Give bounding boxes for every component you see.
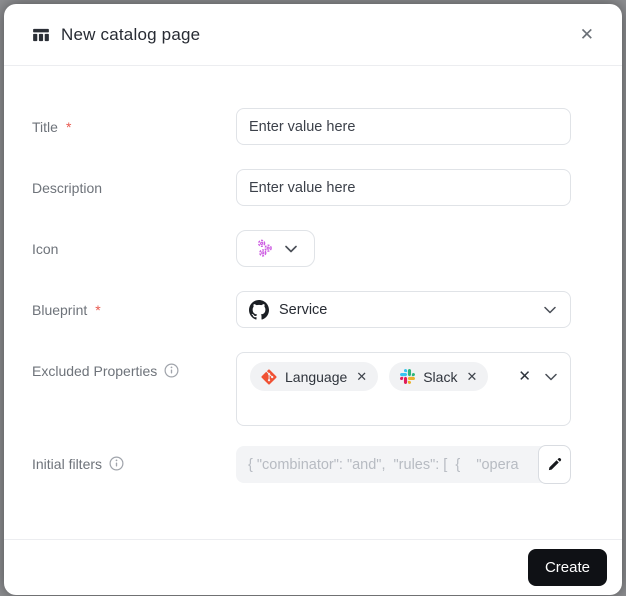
pencil-icon (547, 457, 562, 472)
dialog-title: New catalog page (61, 24, 201, 44)
blueprint-label: Blueprint (32, 301, 88, 318)
remove-chip-button[interactable]: ✕ (465, 370, 477, 383)
excluded-properties-label: Excluded Properties (32, 362, 158, 379)
dialog-header: New catalog page ✕ (4, 4, 622, 66)
clear-all-button[interactable]: ✕ (518, 369, 531, 384)
remove-chip-button[interactable]: ✕ (355, 370, 367, 383)
dialog-footer: Create (4, 539, 622, 595)
description-label: Description (32, 179, 103, 196)
excluded-properties-multiselect[interactable]: Language ✕ Slack ✕ ✕ (236, 352, 571, 426)
edit-filters-button[interactable] (538, 445, 571, 484)
blueprint-selected-value: Service (279, 301, 328, 318)
chevron-down-icon (285, 245, 297, 253)
required-asterisk: * (65, 118, 72, 135)
excluded-properties-field-row: Excluded Properties Language ✕ Slack ✕ ✕ (32, 352, 571, 426)
microservices-icon (254, 238, 275, 259)
chevron-down-icon[interactable] (545, 373, 557, 381)
initial-filters-value: { "combinator": "and", "rules": [ { "ope… (236, 446, 571, 483)
title-input[interactable] (236, 108, 571, 145)
icon-dropdown[interactable] (236, 230, 315, 267)
chip-label: Language (285, 368, 348, 385)
info-icon[interactable] (164, 363, 179, 378)
info-icon[interactable] (109, 456, 124, 471)
description-field-row: Description (32, 169, 571, 206)
github-icon (249, 299, 269, 320)
icon-label: Icon (32, 240, 59, 257)
title-label: Title (32, 118, 58, 135)
chip-language: Language ✕ (250, 362, 379, 391)
required-asterisk: * (95, 301, 101, 318)
blueprint-field-row: Blueprint * Service (32, 291, 571, 328)
chip-label: Slack (423, 368, 458, 385)
blueprint-select[interactable]: Service (236, 291, 571, 328)
initial-filters-field-row: Initial filters { "combinator": "and", "… (32, 445, 571, 484)
chevron-down-icon (544, 306, 556, 314)
create-button[interactable]: Create (527, 549, 607, 586)
selected-chips: Language ✕ Slack ✕ (250, 362, 489, 391)
title-field-row: Title * (32, 108, 571, 145)
new-catalog-page-dialog: New catalog page ✕ Title * Description Ic… (4, 4, 622, 595)
close-button[interactable]: ✕ (576, 22, 598, 47)
chip-slack: Slack ✕ (389, 362, 489, 391)
git-icon (261, 368, 277, 385)
description-input[interactable] (236, 169, 571, 206)
initial-filters-label: Initial filters (32, 455, 103, 472)
table-icon (32, 26, 50, 44)
slack-icon (400, 369, 416, 384)
dialog-body: Title * Description Icon (4, 66, 622, 539)
icon-field-row: Icon (32, 230, 571, 267)
